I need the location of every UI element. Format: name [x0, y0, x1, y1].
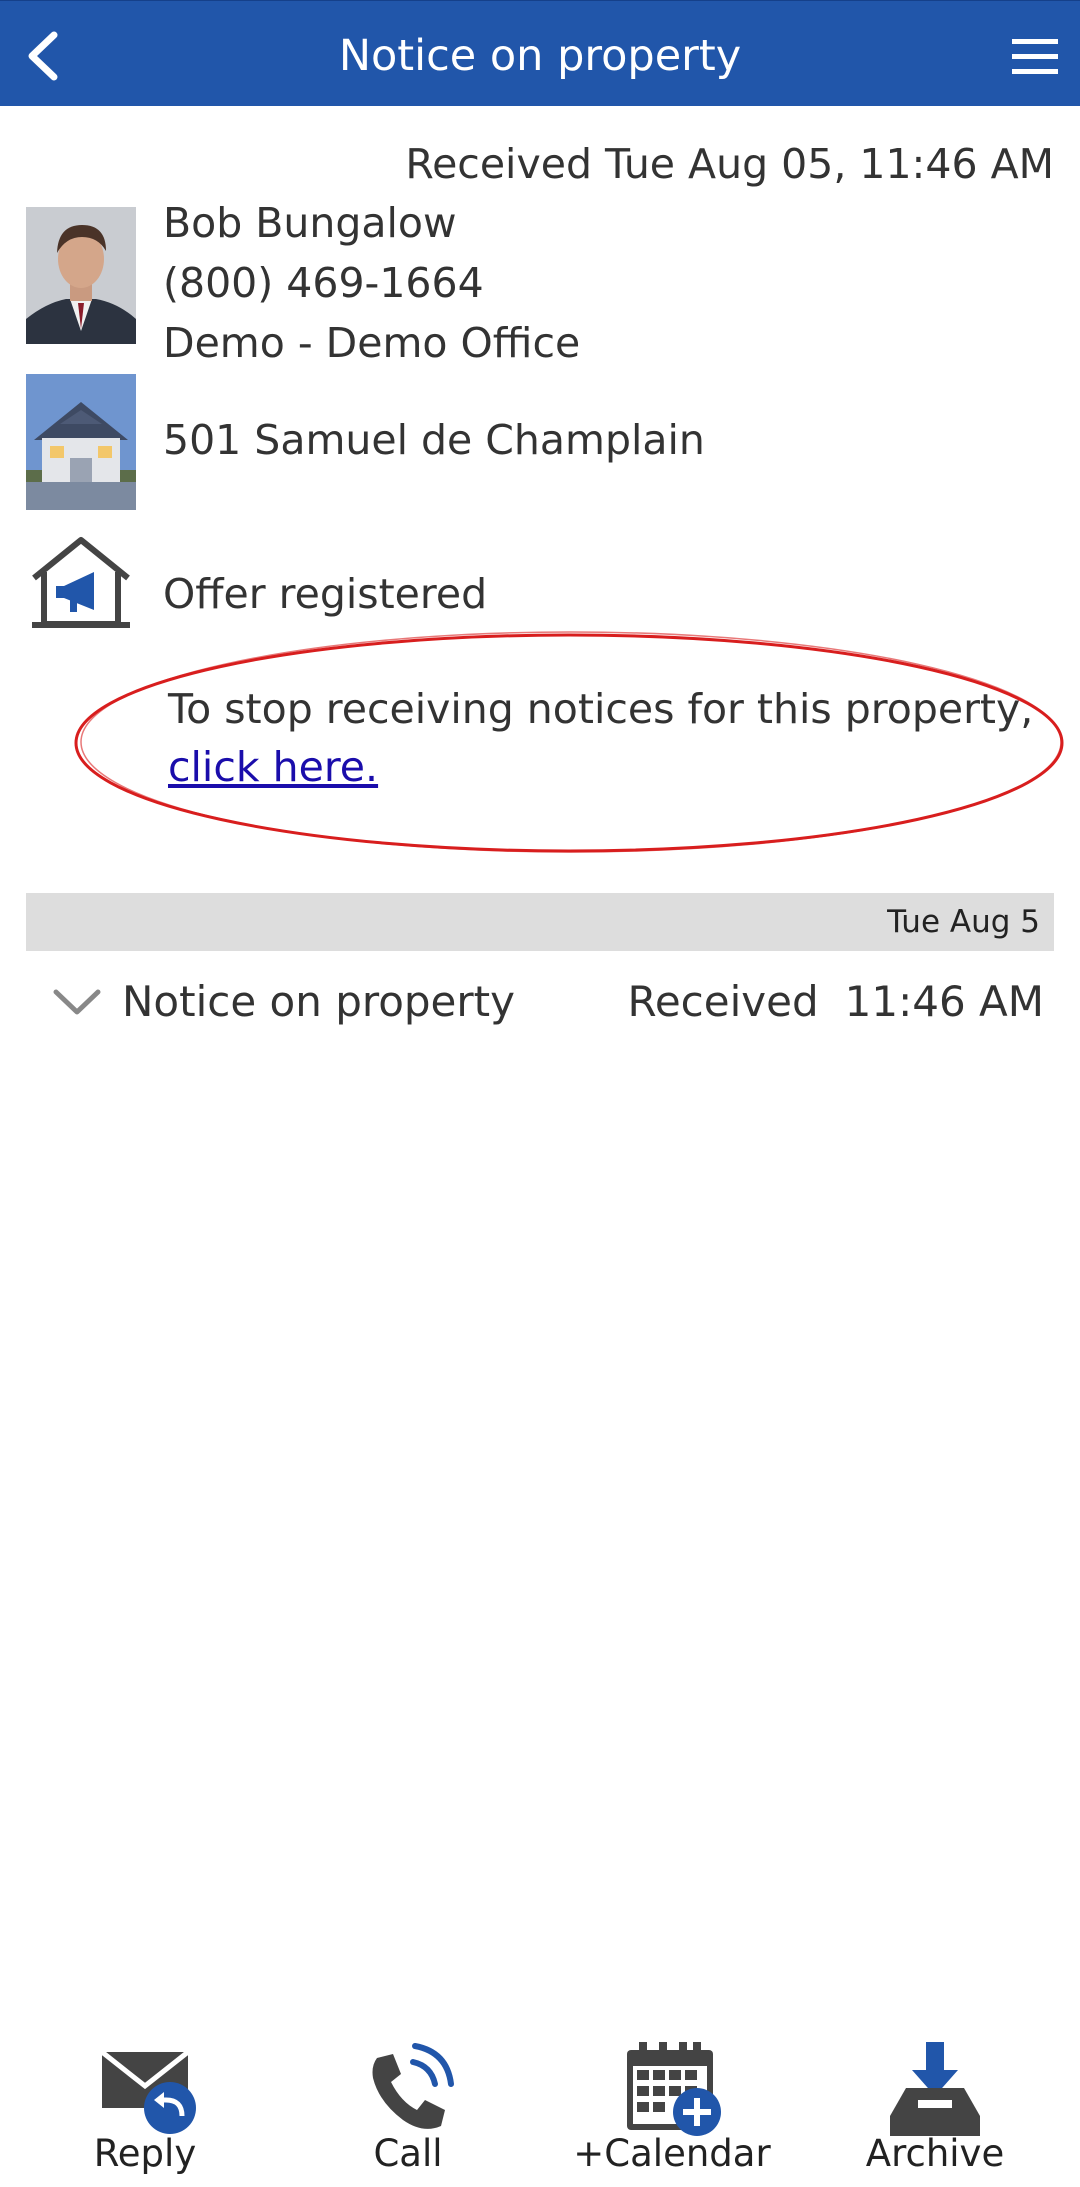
agent-office: Demo - Demo Office [163, 319, 581, 367]
date-divider-label: Tue Aug 5 [887, 904, 1040, 940]
house-megaphone-icon [32, 537, 130, 628]
archive-tray-icon [890, 2042, 980, 2136]
agent-avatar [26, 207, 136, 344]
event-label: Offer registered [163, 570, 488, 618]
top-app-bar: Notice on property [0, 0, 1080, 106]
unsubscribe-link[interactable]: click here. [168, 738, 378, 796]
list-item[interactable]: Notice on property Received 11:46 AM [26, 966, 1054, 1040]
bottom-action-bar: Reply Call +Calendar Archive [0, 2030, 1080, 2187]
received-label: Received [627, 977, 819, 1026]
menu-button[interactable] [1008, 35, 1062, 79]
received-time: 11:46 AM [844, 977, 1044, 1026]
property-address[interactable]: 501 Samuel de Champlain [163, 412, 705, 468]
chevron-down-icon[interactable] [52, 984, 102, 1020]
calendar-label: +Calendar [573, 2132, 771, 2175]
page-title: Notice on property [338, 31, 742, 81]
date-divider: Tue Aug 5 [26, 893, 1054, 951]
message-title: Notice on property [122, 977, 515, 1026]
property-thumbnail [26, 374, 136, 510]
call-label: Call [373, 2132, 443, 2175]
hamburger-menu-icon [1012, 39, 1058, 74]
call-button[interactable]: Call [293, 2030, 523, 2187]
received-timestamp: Received Tue Aug 05, 11:46 AM [405, 140, 1054, 188]
reply-label: Reply [93, 2132, 197, 2175]
archive-label: Archive [865, 2132, 1005, 2175]
unsubscribe-notice: To stop receiving notices for this prope… [168, 680, 1033, 796]
unsubscribe-text: To stop receiving notices for this prope… [168, 685, 1034, 733]
message-received: Received 11:46 AM [628, 974, 1044, 1030]
phone-icon [372, 2043, 454, 2129]
archive-button[interactable]: Archive [820, 2030, 1050, 2187]
agent-name: Bob Bungalow [163, 199, 457, 247]
reply-mail-icon [100, 2050, 196, 2134]
agent-phone[interactable]: (800) 469-1664 [163, 255, 484, 311]
reply-button[interactable]: Reply [30, 2030, 260, 2187]
calendar-add-icon [627, 2042, 721, 2136]
add-calendar-button[interactable]: +Calendar [557, 2030, 787, 2187]
